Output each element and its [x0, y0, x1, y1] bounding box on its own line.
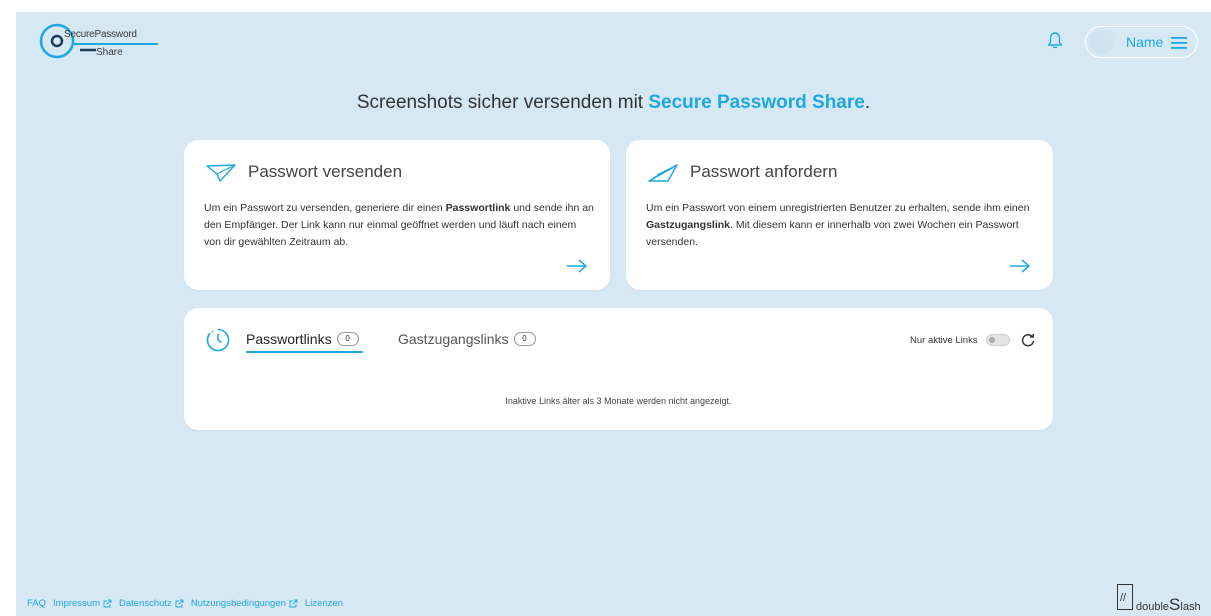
request-password-card[interactable]: Passwort anfordern Um ein Passwort von e…	[626, 140, 1053, 290]
footer-link-faq-label: FAQ	[27, 598, 47, 609]
tab-passwortlinks[interactable]: Passwortlinks 0	[246, 331, 359, 347]
send-password-description: Um ein Passwort zu versenden, generiere …	[204, 200, 594, 251]
headline-brand: Secure Password Share	[648, 92, 865, 113]
tab-gastzugangslinks-label: Gastzugangslinks	[398, 331, 509, 347]
menu-icon	[1171, 37, 1187, 49]
footer-link-impressum-label: Impressum	[53, 598, 100, 609]
footer-link-nutzungsbedingungen-label: Nutzungsbedingungen	[190, 598, 286, 609]
paper-plane-outline-icon	[206, 164, 236, 182]
active-tab-indicator	[246, 351, 363, 353]
external-link-icon	[175, 599, 184, 608]
footer-link-datenschutz[interactable]: Datenschutz	[119, 598, 184, 609]
logo-text-line2: Share	[96, 47, 123, 58]
footer-link-lizenzen[interactable]: Lizenzen	[305, 598, 343, 609]
headline-text: Screenshots sicher versenden mit	[356, 92, 649, 113]
paper-plane-icon	[648, 164, 678, 182]
request-password-description: Um ein Passwort von einem unregistrierte…	[646, 200, 1036, 251]
request-password-title: Passwort anfordern	[690, 162, 838, 181]
user-name: Name	[1126, 34, 1164, 50]
links-panel: Passwortlinks 0 Gastzugangslinks 0 Nur a…	[184, 308, 1053, 430]
footer-link-lizenzen-label: Lizenzen	[304, 598, 343, 609]
gastzugangslinks-count-badge: 0	[513, 332, 536, 346]
active-links-toggle-label: Nur aktive Links	[910, 335, 978, 346]
refresh-icon[interactable]	[1021, 333, 1035, 347]
tab-gastzugangslinks[interactable]: Gastzugangslinks 0	[398, 331, 536, 347]
passwortlinks-count-badge: 0	[336, 332, 359, 346]
doubleslash-logo-mark: //	[1120, 592, 1127, 604]
toggle-knob	[989, 337, 995, 343]
send-description-bold: Passwortlink	[445, 202, 511, 214]
external-link-icon	[103, 599, 112, 608]
doubleslash-logo[interactable]: // doubleSlash	[1117, 580, 1211, 614]
doubleslash-s: S	[1169, 595, 1181, 614]
footer-links: FAQ Impressum Datenschutz Nutzungsbeding…	[27, 598, 350, 609]
doubleslash-logo-text: doubleSlash	[1136, 595, 1201, 615]
headline-period: .	[864, 92, 871, 113]
doubleslash-suffix: lash	[1180, 601, 1201, 613]
arrow-right-icon[interactable]	[566, 258, 588, 274]
bell-icon[interactable]	[1045, 30, 1065, 50]
external-link-icon	[289, 599, 298, 608]
doubleslash-prefix: double	[1136, 601, 1170, 613]
active-links-toggle[interactable]	[986, 334, 1010, 346]
logo-text-line1: SecurePassword	[64, 29, 137, 40]
request-description-bold: Gastzugangslink	[646, 219, 731, 231]
page-headline: Screenshots sicher versenden mit Secure …	[16, 92, 1211, 114]
app-logo[interactable]: SecurePassword Share	[38, 22, 160, 60]
footer-link-impressum[interactable]: Impressum	[53, 598, 112, 609]
app-shell: SecurePassword Share Name Screenshots si…	[16, 12, 1211, 616]
inactive-links-info: Inaktive Links älter als 3 Monate werden…	[505, 396, 732, 406]
send-password-title: Passwort versenden	[248, 162, 403, 181]
avatar	[1090, 30, 1114, 54]
footer-link-faq[interactable]: FAQ	[27, 598, 46, 609]
arrow-right-icon[interactable]	[1009, 258, 1031, 274]
request-description-part1: Um ein Passwort von einem unregistrierte…	[646, 202, 1030, 214]
clock-icon	[206, 328, 230, 352]
footer-link-nutzungsbedingungen[interactable]: Nutzungsbedingungen	[191, 598, 298, 609]
send-description-part1: Um ein Passwort zu versenden, generiere …	[204, 202, 446, 214]
user-menu-button[interactable]: Name	[1085, 26, 1198, 58]
send-password-card[interactable]: Passwort versenden Um ein Passwort zu ve…	[184, 140, 610, 290]
footer-link-datenschutz-label: Datenschutz	[119, 598, 172, 609]
tab-passwortlinks-label: Passwortlinks	[246, 331, 332, 347]
